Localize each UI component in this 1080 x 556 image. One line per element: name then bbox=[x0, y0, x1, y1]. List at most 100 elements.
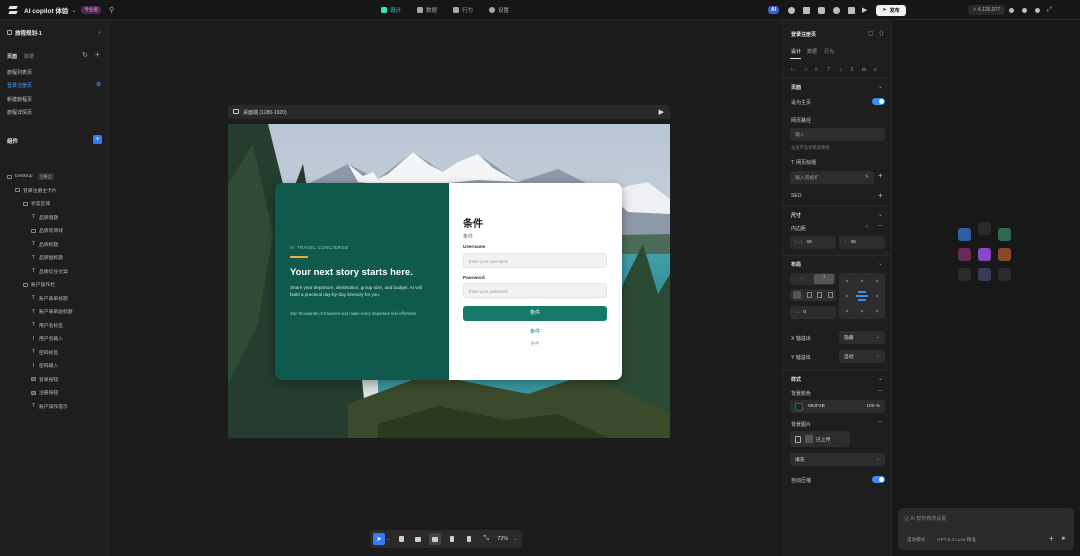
chevron-down-icon[interactable]: ⌄ bbox=[513, 536, 517, 542]
distribute-v-icon[interactable]: ≡ bbox=[874, 67, 877, 73]
tab-behavior[interactable]: 行为 bbox=[453, 6, 473, 14]
padding-mode-icon[interactable]: ○ bbox=[865, 224, 869, 230]
chat-icon[interactable] bbox=[818, 6, 825, 14]
device-mobile-button[interactable] bbox=[446, 533, 458, 545]
path-input[interactable]: 输入 bbox=[790, 128, 885, 141]
tree-item[interactable]: 账户操作栏 bbox=[23, 281, 55, 288]
users-icon[interactable] bbox=[833, 6, 840, 14]
bg-color-input[interactable]: 082F2B 100 % bbox=[790, 400, 885, 413]
auto-compress-toggle[interactable] bbox=[872, 476, 885, 483]
password-input[interactable]: Enter your password bbox=[463, 283, 607, 298]
app-tile-icon[interactable] bbox=[998, 228, 1011, 241]
page-item-active[interactable]: 登录注册页 bbox=[7, 82, 32, 89]
chat-input[interactable]: 让 Ai 帮你修改设置 bbox=[904, 515, 946, 522]
page-item[interactable]: 旅程详情页 bbox=[7, 109, 32, 116]
add-variable-icon[interactable]: + bbox=[878, 171, 883, 180]
save-icon[interactable] bbox=[803, 6, 810, 14]
tree-item[interactable]: T 用户名标签 bbox=[31, 322, 63, 329]
wrap-start-icon[interactable] bbox=[806, 292, 812, 298]
tree-item[interactable]: T 密码标签 bbox=[31, 349, 58, 356]
moon-icon[interactable] bbox=[788, 6, 795, 14]
set-home-toggle[interactable] bbox=[872, 98, 885, 105]
tab-design[interactable]: 设计 bbox=[381, 6, 401, 14]
wrench-icon[interactable]: ⚲ bbox=[109, 6, 114, 14]
play-preview-icon[interactable]: ▶ bbox=[659, 108, 664, 116]
tree-item[interactable]: 品牌装饰线 bbox=[31, 227, 63, 234]
distribute-h-icon[interactable]: ⋈ bbox=[861, 67, 866, 73]
username-input[interactable]: Enter your username bbox=[463, 253, 607, 268]
play-icon[interactable]: ▶ bbox=[862, 6, 867, 14]
gap-input[interactable]: ⊥ 0 bbox=[790, 306, 836, 319]
tree-item[interactable]: 注册按钮 bbox=[31, 389, 58, 396]
arrow-right-icon[interactable]: → bbox=[798, 275, 804, 281]
preview-icon[interactable] bbox=[848, 6, 855, 14]
project-title[interactable]: 旅程规划-1 bbox=[7, 29, 42, 37]
remove-bg-color-icon[interactable]: − bbox=[878, 388, 882, 395]
publish-button[interactable]: ➤ 发布 bbox=[876, 4, 906, 16]
credits-counter[interactable]: ⚡ 4,126,077 bbox=[968, 5, 1006, 15]
variable-icon[interactable]: ✎ bbox=[865, 175, 869, 180]
tree-item[interactable]: T 品牌信任文案 bbox=[31, 268, 68, 275]
register-link[interactable]: 条件 bbox=[463, 328, 607, 335]
add-page-icon[interactable]: + bbox=[95, 50, 100, 59]
padding-vertical-input[interactable]: ↕ 48 bbox=[839, 236, 885, 249]
align-bottom-icon[interactable]: ⊻ bbox=[850, 67, 854, 73]
add-seo-icon[interactable]: + bbox=[878, 191, 883, 200]
tab-pages[interactable]: 页面 bbox=[7, 53, 17, 60]
tree-item[interactable]: T 品牌眉题 bbox=[31, 214, 58, 221]
app-tile-icon[interactable] bbox=[958, 228, 971, 241]
alignment-grid[interactable] bbox=[839, 273, 885, 319]
tree-item[interactable]: 状态区域 bbox=[23, 200, 50, 207]
zoom-level[interactable]: 72% bbox=[497, 536, 508, 542]
app-tile-icon[interactable] bbox=[978, 268, 991, 281]
tab-data-props[interactable]: 数据 bbox=[807, 48, 817, 55]
refresh-icon[interactable]: ↻ bbox=[82, 51, 88, 59]
project-name[interactable]: AI copilot 体验 bbox=[24, 5, 68, 15]
component-tool-button[interactable] bbox=[395, 533, 407, 545]
tree-item[interactable]: I 用户名输入 bbox=[31, 335, 63, 343]
app-tile-icon[interactable] bbox=[958, 268, 971, 281]
tree-item[interactable]: Desktop 主断点 bbox=[7, 173, 54, 180]
comment-icon[interactable]: ▢ bbox=[868, 30, 874, 37]
chevron-down-icon[interactable]: ⌄ bbox=[878, 260, 883, 267]
tab-settings[interactable]: 设置 bbox=[489, 6, 509, 14]
frame-header[interactable]: 桌面端 (1280-1920) ▶ bbox=[228, 105, 670, 119]
fit-screen-button[interactable]: ⤡ bbox=[480, 533, 492, 545]
page-item[interactable]: 新建旅程页 bbox=[7, 96, 32, 103]
select-tool-button[interactable]: ➤ bbox=[373, 533, 385, 545]
desktop-frame[interactable]: AI TRAVEL CONCIERGE Your next story star… bbox=[228, 124, 670, 438]
history-icon[interactable] bbox=[1035, 7, 1041, 13]
device-phone-button[interactable] bbox=[463, 533, 475, 545]
web-title-input[interactable]: 输入或被扩 ✎ bbox=[790, 171, 874, 184]
fill-mode-select[interactable]: 填充 ⌄ bbox=[790, 453, 885, 466]
tree-item[interactable]: 登录按钮 bbox=[31, 376, 58, 383]
app-logo-icon[interactable] bbox=[8, 5, 18, 15]
tab-data[interactable]: 数据 bbox=[417, 6, 437, 14]
bulb-icon[interactable] bbox=[1009, 7, 1015, 13]
settings-icon[interactable] bbox=[1022, 7, 1028, 13]
chevron-down-icon[interactable]: ⌄ bbox=[71, 7, 76, 14]
align-top-icon[interactable]: ⊤ bbox=[827, 67, 831, 73]
align-middle-icon[interactable]: ⊥ bbox=[838, 67, 842, 73]
arrow-down-icon[interactable]: ↓ bbox=[814, 274, 834, 284]
expand-icon[interactable]: ⤢ bbox=[1047, 7, 1052, 14]
bg-image-input[interactable]: 已上传 bbox=[790, 431, 850, 447]
chevron-down-icon[interactable]: ⌄ bbox=[97, 28, 102, 35]
tab-behavior-props[interactable]: 行为 bbox=[824, 48, 834, 55]
align-center-h-icon[interactable]: ⊣ bbox=[803, 67, 807, 73]
add-component-button[interactable]: + bbox=[93, 135, 102, 144]
wrap-end-icon[interactable] bbox=[828, 292, 834, 298]
color-swatch[interactable] bbox=[795, 402, 803, 411]
app-tile-icon[interactable] bbox=[978, 222, 991, 235]
wrap-none-icon[interactable] bbox=[792, 291, 801, 299]
tree-item[interactable]: T 账户表单副标题 bbox=[31, 308, 73, 316]
tree-item[interactable]: 登录注册主卡片 bbox=[15, 187, 57, 194]
chat-input-box[interactable]: 让 Ai 帮你修改设置 自动模式 GPT-5.4 Luna 精准 + ➤ bbox=[898, 508, 1074, 550]
chevron-down-icon[interactable]: ⌄ bbox=[878, 211, 883, 218]
tree-item[interactable]: T 品牌副标题 bbox=[31, 254, 63, 262]
ai-toggle-button[interactable]: AI bbox=[768, 6, 779, 14]
app-tile-icon[interactable] bbox=[978, 248, 991, 261]
remove-bg-image-icon[interactable]: − bbox=[878, 419, 882, 426]
app-tile-icon[interactable] bbox=[958, 248, 971, 261]
chat-mode-select[interactable]: 自动模式 bbox=[907, 537, 925, 543]
